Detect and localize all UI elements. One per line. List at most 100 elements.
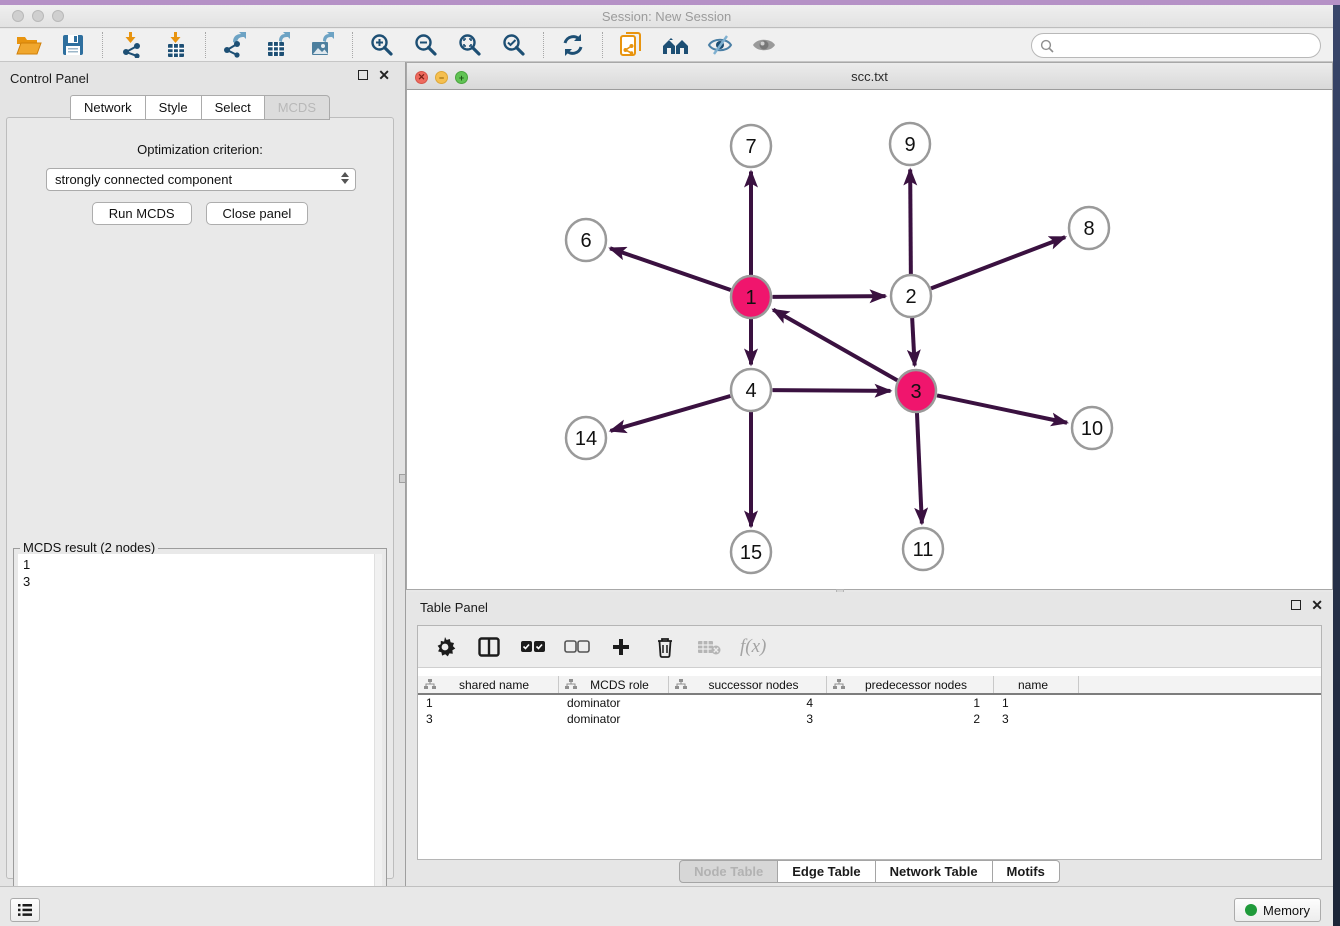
node-6[interactable]: 6 — [566, 219, 606, 261]
hide-selected-icon[interactable] — [705, 31, 735, 59]
node-8[interactable]: 8 — [1069, 207, 1109, 249]
table-cell[interactable]: 4 — [669, 695, 827, 711]
edge-4-3[interactable] — [772, 390, 890, 391]
main-toolbar — [0, 29, 1333, 62]
node-4[interactable]: 4 — [731, 369, 771, 411]
network-graph[interactable]: 7 9 6 8 1 2 4 3 14 10 15 11 — [407, 90, 1332, 588]
network-canvas[interactable]: 7 9 6 8 1 2 4 3 14 10 15 11 — [406, 90, 1333, 590]
tab-node-table[interactable]: Node Table — [679, 860, 778, 883]
column-header-predecessor-nodes[interactable]: predecessor nodes — [827, 676, 994, 693]
table-cell[interactable]: 3 — [669, 711, 827, 727]
table-settings-icon[interactable] — [432, 634, 458, 660]
svg-text:4: 4 — [745, 380, 756, 402]
function-builder-icon[interactable]: f(x) — [740, 636, 766, 658]
node-10[interactable]: 10 — [1072, 407, 1112, 449]
export-image-icon[interactable] — [308, 31, 338, 59]
edge-3-11[interactable] — [917, 412, 922, 523]
edge-1-6[interactable] — [610, 248, 731, 290]
table-cell[interactable]: 1 — [994, 695, 1079, 711]
table-cell[interactable]: 1 — [418, 695, 559, 711]
criterion-value: strongly connected component — [55, 172, 232, 187]
result-scrollbar[interactable] — [374, 554, 382, 925]
zoom-in-icon[interactable] — [367, 31, 397, 59]
open-session-icon[interactable] — [14, 31, 44, 59]
table-cell[interactable]: 1 — [827, 695, 994, 711]
node-14[interactable]: 14 — [566, 417, 606, 459]
node-1[interactable]: 1 — [731, 276, 771, 318]
add-column-icon[interactable] — [608, 634, 634, 660]
save-session-icon[interactable] — [58, 31, 88, 59]
search-input[interactable] — [1054, 36, 1320, 56]
table-panel-body: f(x) shared nameMCDS rolesuccessor nodes… — [417, 625, 1322, 860]
refresh-view-icon[interactable] — [558, 31, 588, 59]
dropdown-stepper-icon — [341, 172, 349, 184]
deselect-all-rows-icon[interactable] — [564, 634, 590, 660]
task-history-button[interactable] — [10, 898, 40, 922]
list-icon — [17, 903, 33, 917]
close-table-panel-icon[interactable]: ✕ — [1311, 600, 1323, 610]
node-9[interactable]: 9 — [890, 123, 930, 165]
import-network-icon[interactable] — [117, 31, 147, 59]
network-window-titlebar: ✕ − + scc.txt — [406, 62, 1333, 90]
delete-column-icon[interactable] — [652, 634, 678, 660]
edge-4-14[interactable] — [610, 396, 730, 431]
table-cell[interactable]: 3 — [994, 711, 1079, 727]
close-panel-icon[interactable]: ✕ — [378, 70, 390, 80]
close-panel-button[interactable]: Close panel — [206, 202, 309, 225]
node-15[interactable]: 15 — [731, 531, 771, 573]
mcds-panel: Optimization criterion: strongly connect… — [6, 117, 394, 879]
tab-network[interactable]: Network — [70, 95, 146, 120]
delete-table-icon[interactable] — [696, 634, 722, 660]
zoom-selected-icon[interactable] — [499, 31, 529, 59]
edge-2-3[interactable] — [912, 317, 915, 365]
app-window: Session: New Session — [0, 5, 1333, 926]
show-hidden-icon[interactable] — [749, 31, 779, 59]
select-all-rows-icon[interactable] — [520, 634, 546, 660]
column-header-name[interactable]: name — [994, 676, 1079, 693]
zoom-fit-icon[interactable] — [455, 31, 485, 59]
zoom-out-icon[interactable] — [411, 31, 441, 59]
edge-3-10[interactable] — [937, 395, 1067, 422]
column-header-successor-nodes[interactable]: successor nodes — [669, 676, 827, 693]
run-mcds-button[interactable]: Run MCDS — [92, 202, 192, 225]
table-row[interactable]: 1dominator411 — [418, 695, 1321, 711]
table-cell[interactable]: dominator — [559, 711, 669, 727]
table-cell[interactable]: 2 — [827, 711, 994, 727]
memory-button[interactable]: Memory — [1234, 898, 1321, 922]
node-3[interactable]: 3 — [896, 370, 936, 412]
edge-2-9[interactable] — [910, 169, 911, 274]
memory-label: Memory — [1263, 903, 1310, 918]
export-network-icon[interactable] — [220, 31, 250, 59]
svg-text:10: 10 — [1081, 418, 1103, 440]
splitter-handle[interactable] — [399, 474, 406, 483]
edge-2-8[interactable] — [931, 237, 1065, 288]
column-tree-icon — [424, 679, 436, 690]
show-all-networks-icon[interactable] — [661, 31, 691, 59]
column-header-shared-name[interactable]: shared name — [418, 676, 559, 693]
tab-select[interactable]: Select — [202, 95, 265, 120]
criterion-dropdown[interactable]: strongly connected component — [46, 168, 356, 191]
node-11[interactable]: 11 — [903, 528, 943, 570]
table-panel: Table Panel ✕ — [406, 592, 1333, 886]
tab-edge-table[interactable]: Edge Table — [778, 860, 875, 883]
float-table-panel-icon[interactable] — [1291, 600, 1301, 610]
tab-style[interactable]: Style — [146, 95, 202, 120]
tab-mcds[interactable]: MCDS — [265, 95, 330, 120]
tab-motifs[interactable]: Motifs — [993, 860, 1060, 883]
node-2[interactable]: 2 — [891, 275, 931, 317]
network-window: ✕ − + scc.txt 7 9 6 8 1 2 4 3 14 10 15 11 — [406, 62, 1333, 592]
tab-network-table[interactable]: Network Table — [876, 860, 993, 883]
float-panel-icon[interactable] — [358, 70, 368, 80]
split-panel-icon[interactable] — [476, 634, 502, 660]
import-table-icon[interactable] — [161, 31, 191, 59]
table-cell[interactable]: dominator — [559, 695, 669, 711]
node-7[interactable]: 7 — [731, 125, 771, 167]
export-table-icon[interactable] — [264, 31, 294, 59]
new-network-from-selection-icon[interactable] — [617, 31, 647, 59]
edge-1-2[interactable] — [772, 296, 885, 297]
table-cell[interactable]: 3 — [418, 711, 559, 727]
mcds-result-text[interactable]: 1 3 — [18, 554, 374, 925]
table-row[interactable]: 3dominator323 — [418, 711, 1321, 727]
column-header-MCDS-role[interactable]: MCDS role — [559, 676, 669, 693]
edge-3-1[interactable] — [773, 310, 897, 381]
